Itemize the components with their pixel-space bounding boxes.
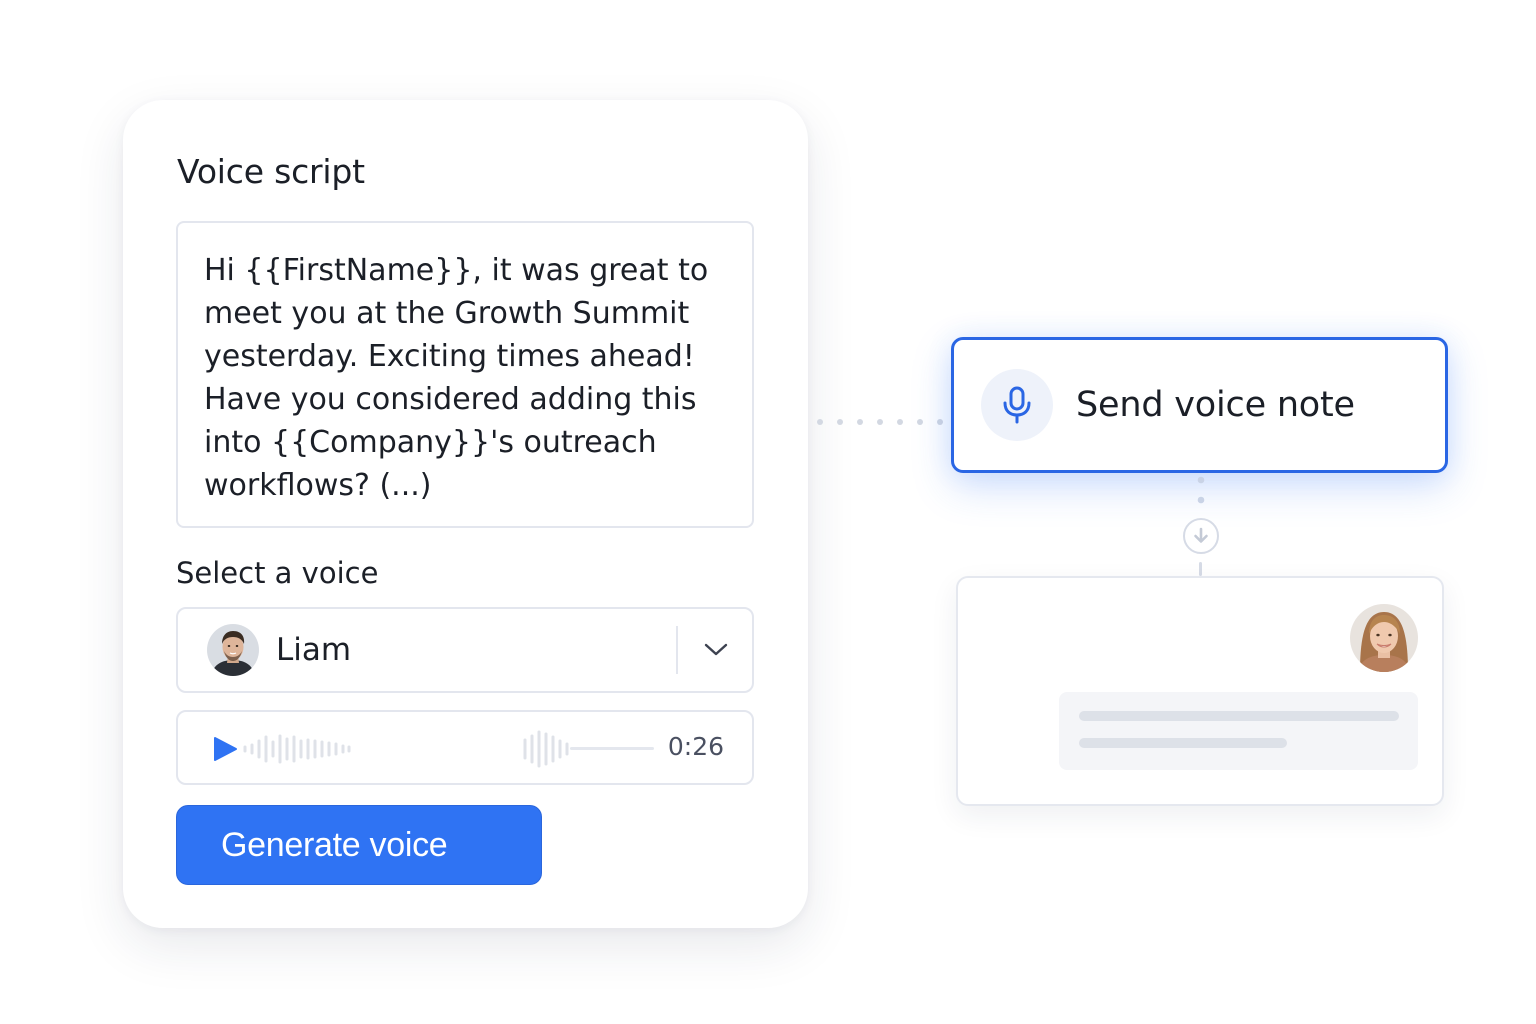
voice-script-card: Voice script Hi {{FirstName}}, it was gr… [123,100,808,928]
connector-line [1199,562,1202,576]
dropdown-divider [676,626,678,674]
audio-duration: 0:26 [667,732,724,761]
microphone-icon [981,369,1053,441]
send-node-label: Send voice note [1076,385,1355,425]
message-preview-card [956,576,1444,806]
voice-select-label: Select a voice [176,556,379,590]
audio-progress-track[interactable] [570,747,654,750]
voice-dropdown[interactable]: Liam [176,607,754,693]
generate-voice-button[interactable]: Generate voice [176,805,542,885]
arrow-down-icon [1183,518,1219,554]
chevron-down-icon[interactable] [704,638,728,662]
message-line-placeholder [1079,711,1399,721]
script-textarea[interactable]: Hi {{FirstName}}, it was great to meet y… [176,221,754,528]
waveform-played [243,734,351,764]
message-bubble [1059,692,1418,770]
recipient-avatar [1350,604,1418,672]
voice-avatar [207,624,259,676]
waveform-remaining [523,730,569,768]
selected-voice-name: Liam [276,632,352,668]
message-line-placeholder [1079,738,1287,748]
card-title: Voice script [177,152,365,191]
audio-player: 0:26 [176,710,754,785]
connector-dots-horizontal [817,419,943,425]
connector-dots-vertical [1197,476,1205,504]
send-voice-note-node[interactable]: Send voice note [951,337,1448,473]
play-icon[interactable] [212,736,238,762]
